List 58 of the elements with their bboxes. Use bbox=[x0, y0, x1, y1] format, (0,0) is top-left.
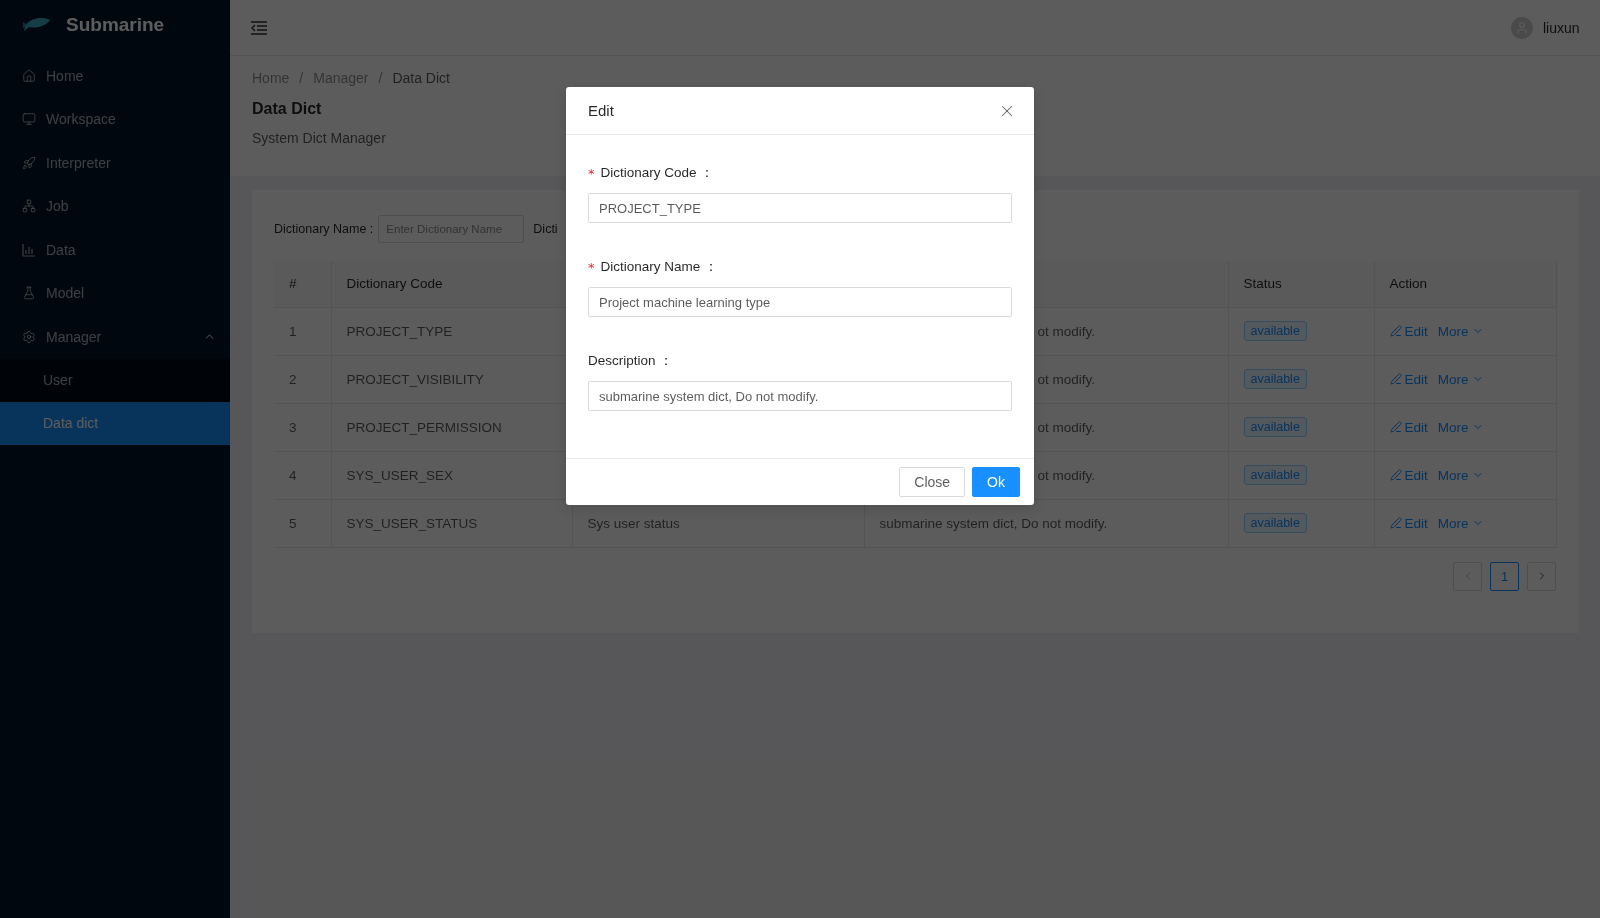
more-link[interactable]: More bbox=[1437, 515, 1484, 531]
table-cell: ot modify. bbox=[1037, 323, 1096, 339]
field-label: Dictionary Code ： bbox=[600, 164, 715, 182]
filter-label: Dicti bbox=[533, 222, 558, 236]
filter-label: Dictionary Name : bbox=[274, 222, 374, 236]
table-cell: ot modify. bbox=[1037, 419, 1096, 435]
status-tag: available bbox=[1243, 321, 1307, 341]
status-tag: available bbox=[1243, 513, 1307, 533]
edit-link[interactable]: Edit bbox=[1389, 371, 1428, 387]
pencil-icon bbox=[1389, 469, 1402, 481]
more-link[interactable]: More bbox=[1437, 419, 1484, 435]
breadcrumb-separator: / bbox=[378, 70, 383, 86]
column-header: Status bbox=[1228, 261, 1374, 307]
app-name: Submarine bbox=[66, 14, 165, 36]
table-cell: 3 bbox=[274, 403, 331, 451]
table-cell: ot modify. bbox=[1037, 371, 1096, 387]
ok-button[interactable]: Ok bbox=[972, 467, 1020, 497]
edit-link[interactable]: Edit bbox=[1389, 323, 1428, 339]
status-tag: available bbox=[1243, 417, 1307, 437]
more-link[interactable]: More bbox=[1437, 323, 1484, 339]
close-dialog-button[interactable]: Close bbox=[899, 467, 966, 497]
table-cell: submarine system dict, Do not modify. bbox=[879, 515, 1108, 531]
input-field[interactable]: Project machine learning type bbox=[588, 287, 1012, 317]
field-label: Dictionary Name ： bbox=[600, 258, 719, 276]
required-mark: * bbox=[588, 165, 595, 181]
breadcrumb-separator: / bbox=[299, 70, 304, 86]
pencil-icon bbox=[1389, 517, 1402, 529]
edit-link[interactable]: Edit bbox=[1389, 419, 1428, 435]
breadcrumb-item: Data Dict bbox=[392, 70, 450, 86]
input-field[interactable]: submarine system dict, Do not modify. bbox=[588, 381, 1012, 411]
field-label: Description ： bbox=[588, 352, 674, 370]
table-cell: 5 bbox=[274, 499, 331, 547]
dialog-title: Edit bbox=[588, 102, 614, 119]
page-title: Data Dict bbox=[252, 100, 322, 118]
table-cell: 1 bbox=[274, 307, 331, 355]
menu-fold-icon[interactable] bbox=[250, 19, 268, 36]
status-tag: available bbox=[1243, 369, 1307, 389]
page-button[interactable]: 1 bbox=[1490, 561, 1519, 591]
table-cell: Sys user status bbox=[587, 515, 680, 531]
next-page-button[interactable] bbox=[1527, 561, 1556, 591]
edit-link[interactable]: Edit bbox=[1389, 467, 1428, 483]
more-link[interactable]: More bbox=[1437, 371, 1484, 387]
edit-link[interactable]: Edit bbox=[1389, 515, 1428, 531]
table-cell: 4 bbox=[274, 451, 331, 499]
more-link[interactable]: More bbox=[1437, 467, 1484, 483]
table-cell: ot modify. bbox=[1037, 467, 1096, 483]
status-tag: available bbox=[1243, 465, 1307, 485]
input-field[interactable]: PROJECT_TYPE bbox=[588, 193, 1012, 223]
user-name[interactable]: liuxun bbox=[1542, 19, 1580, 36]
pencil-icon bbox=[1389, 421, 1402, 433]
pencil-icon bbox=[1389, 325, 1402, 337]
column-header: # bbox=[274, 261, 331, 307]
pencil-icon bbox=[1389, 373, 1402, 385]
sidebar-item[interactable]: Data dict bbox=[0, 401, 230, 445]
page-subtitle: System Dict Manager bbox=[252, 130, 386, 146]
table-cell: 2 bbox=[274, 355, 331, 403]
column-header: Action bbox=[1374, 261, 1556, 307]
required-mark: * bbox=[588, 259, 595, 275]
